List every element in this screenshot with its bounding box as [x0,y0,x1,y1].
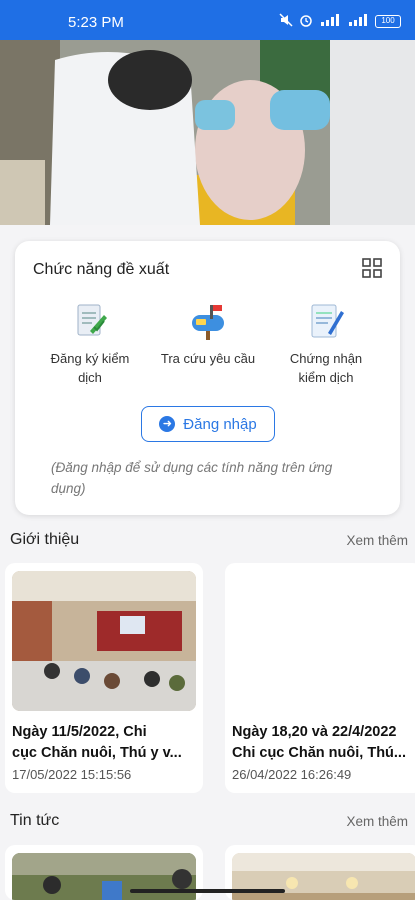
alarm-icon [299,13,313,30]
register-document-icon [70,301,110,341]
article-thumbnail [232,571,415,711]
grid-menu-icon[interactable] [362,258,382,278]
intro-article-card[interactable]: Ngày 18,20 và 22/4/2022 Chi cục Chăn nuô… [225,563,415,793]
login-button[interactable]: ➜ Đăng nhập [141,406,275,442]
mailbox-icon [188,301,228,341]
article-title-line: cục Chăn nuôi, Thú y v... [12,745,182,761]
feature-label: kiểm dịch [298,370,354,385]
intro-article-card[interactable]: Ngày 11/5/2022, Chi cục Chăn nuôi, Thú y… [5,563,203,793]
login-label: Đăng nhập [183,415,257,433]
article-title-line: Ngày 18,20 và 22/4/2022 [232,724,397,740]
status-bar: 5:23 PM 100 [0,0,415,40]
battery-icon: 100 [375,15,401,28]
home-indicator[interactable] [130,889,285,893]
suggested-functions-card: Chức năng đề xuất Đăng ký kiểm dịch Tra … [15,241,400,515]
article-date: 26/04/2022 16:26:49 [232,767,352,782]
article-thumbnail [12,571,196,711]
signal-icon [347,14,369,29]
feature-label: Đăng ký kiểm [50,351,130,366]
intro-title: Giới thiệu [10,531,80,548]
article-title: Ngày 11/5/2022, Chi cục Chăn nuôi, Thú y… [12,722,200,764]
article-title-line: Chi cục Chăn nuôi, Thú... [232,745,406,761]
login-note-line: dụng) [51,481,86,496]
login-note: (Đăng nhập để sử dụng các tính năng trên… [51,457,371,499]
article-date: 17/05/2022 15:15:56 [12,767,132,782]
feature-register-quarantine[interactable]: Đăng ký kiểm dịch [31,301,149,387]
feature-lookup-request[interactable]: Tra cứu yêu cầu [149,301,267,368]
news-section-header: Tin tức Xem thêm [8,812,408,836]
feature-label: Chứng nhận [289,351,363,366]
news-title: Tin tức [10,812,60,829]
status-icons: 100 [279,13,401,30]
intro-see-more-link[interactable]: Xem thêm [346,533,408,548]
article-title: Ngày 18,20 và 22/4/2022 Chi cục Chăn nuô… [232,722,415,764]
news-see-more-link[interactable]: Xem thêm [346,814,408,829]
intro-section-header: Giới thiệu Xem thêm [8,531,408,555]
feature-label: Tra cứu yêu cầu [160,351,256,366]
certificate-icon [306,301,346,341]
hero-banner-image [0,40,415,225]
feature-label: dịch [78,370,102,385]
arrow-right-icon: ➜ [159,416,176,432]
feature-certificate[interactable]: Chứng nhận kiểm dịch [267,301,385,387]
mute-icon [279,13,293,30]
signal-icon [319,14,341,29]
card-title: Chức năng đề xuất [33,261,170,278]
login-note-line: (Đăng nhập để sử dụng các tính năng trên… [51,460,333,475]
article-title-line: Ngày 11/5/2022, Chi [12,724,147,740]
status-time: 5:23 PM [68,14,124,31]
